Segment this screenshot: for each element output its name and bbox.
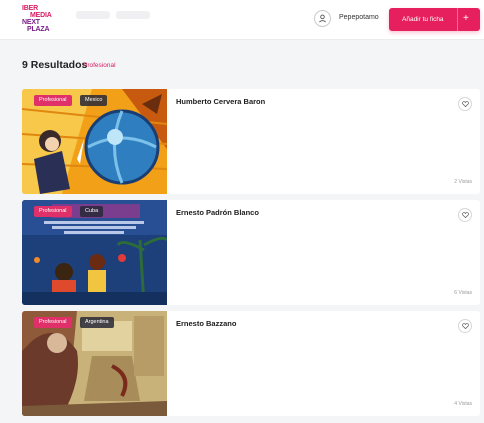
nav-item-faded-1[interactable] [76, 11, 110, 19]
profile-thumbnail[interactable]: Profesional Mexico [22, 89, 167, 194]
view-count: 6 Vistas [454, 290, 472, 296]
profile-name[interactable]: Humberto Cervera Baron [176, 97, 265, 106]
heart-icon[interactable] [458, 97, 472, 111]
heart-glyph [461, 323, 469, 329]
logo-line-2: MEDIA [30, 12, 52, 19]
tag-country: Mexico [80, 95, 108, 106]
add-profile-button[interactable]: Añadir tu ficha + [389, 8, 480, 31]
add-profile-label: Añadir tu ficha [402, 16, 444, 23]
user-glyph [319, 14, 326, 23]
profile-card[interactable]: Profesional Cuba Ernesto Padrón Blanco 6… [22, 200, 480, 305]
user-icon[interactable] [314, 10, 331, 27]
button-divider [457, 8, 458, 31]
profile-thumbnail[interactable]: Profesional Cuba [22, 200, 167, 305]
profile-card[interactable]: Profesional Argentina Ernesto Bazzano 4 … [22, 311, 480, 416]
logo-line-3: NEXT [22, 19, 40, 26]
logo[interactable]: IBER MEDIA NEXT PLAZA [22, 5, 68, 35]
profile-thumbnail[interactable]: Profesional Argentina [22, 311, 167, 416]
nav-item-faded-2[interactable] [116, 11, 150, 19]
logo-line-4: PLAZA [27, 26, 50, 33]
top-header: IBER MEDIA NEXT PLAZA Pepepotamo Añadir … [0, 0, 484, 40]
active-filter-label[interactable]: Profesional [83, 62, 116, 69]
plus-icon: + [463, 13, 469, 24]
tag-professional: Profesional [34, 317, 72, 328]
heart-icon[interactable] [458, 208, 472, 222]
heart-icon[interactable] [458, 319, 472, 333]
tag-professional: Profesional [34, 95, 72, 106]
tag-professional: Profesional [34, 206, 72, 217]
results-count-title: 9 Resultados [22, 59, 88, 71]
profile-card[interactable]: Profesional Mexico Humberto Cervera Baro… [22, 89, 480, 194]
heart-glyph [461, 101, 469, 107]
view-count: 4 Vistas [454, 401, 472, 407]
logo-line-1: IBER [22, 5, 38, 12]
profile-name[interactable]: Ernesto Bazzano [176, 319, 236, 328]
view-count: 2 Vistas [454, 179, 472, 185]
profile-name[interactable]: Ernesto Padrón Blanco [176, 208, 259, 217]
heart-glyph [461, 212, 469, 218]
tag-country: Argentina [80, 317, 114, 328]
username[interactable]: Pepepotamo [339, 14, 379, 21]
tag-country: Cuba [80, 206, 104, 217]
